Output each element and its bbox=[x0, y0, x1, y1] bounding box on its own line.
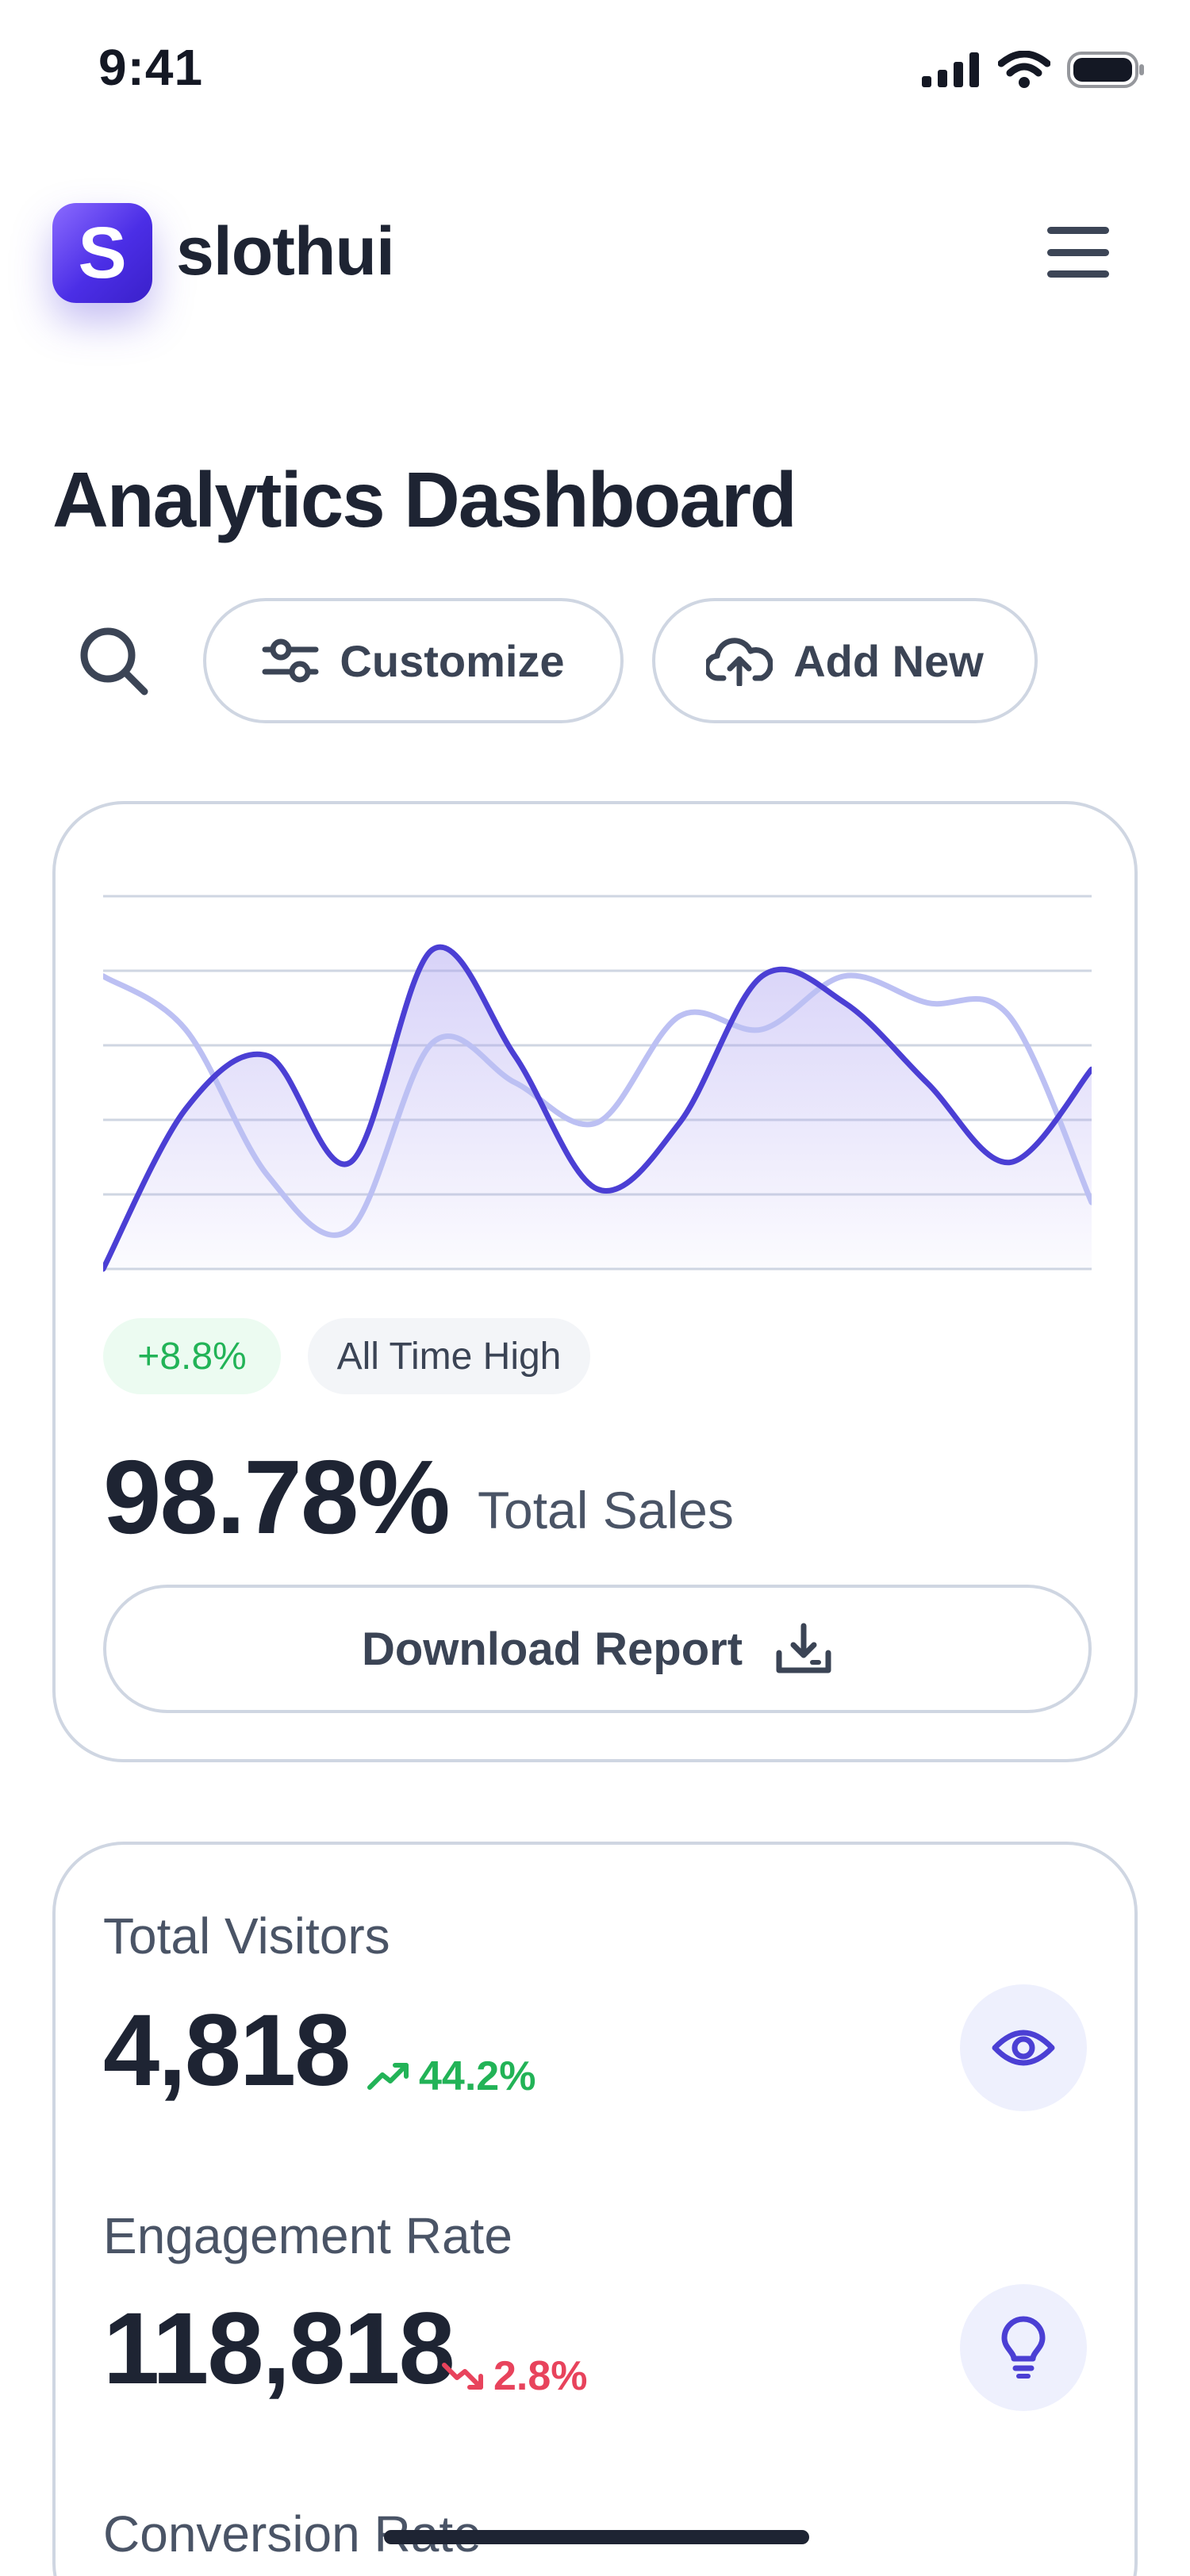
customize-label: Customize bbox=[340, 635, 565, 686]
add-new-button[interactable]: Add New bbox=[652, 598, 1038, 723]
engagement-icon-button[interactable] bbox=[960, 2284, 1087, 2411]
status-time: 9:41 bbox=[98, 39, 204, 96]
lightbulb-icon bbox=[1001, 2316, 1046, 2379]
stat-change-total-visitors: 44.2% bbox=[367, 2053, 536, 2100]
stat-change-value: 44.2% bbox=[419, 2053, 536, 2099]
download-report-button[interactable]: Download Report bbox=[103, 1585, 1092, 1713]
signal-icon bbox=[922, 52, 979, 87]
stat-label-engagement-rate: Engagement Rate bbox=[103, 2207, 512, 2264]
search-icon bbox=[80, 627, 148, 696]
analytics-screen: 9:41 S slothui Analytics Dashboard Custo… bbox=[0, 0, 1190, 2576]
page-title: Analytics Dashboard bbox=[52, 456, 797, 543]
change-badge: +8.8% bbox=[103, 1318, 281, 1394]
sales-card: +8.8% All Time High 98.78% Total Sales D… bbox=[52, 801, 1138, 1762]
customize-button[interactable]: Customize bbox=[203, 598, 624, 723]
download-icon bbox=[776, 1623, 831, 1673]
add-new-label: Add New bbox=[793, 635, 984, 686]
logo[interactable]: S bbox=[52, 203, 152, 303]
battery-icon bbox=[1067, 52, 1144, 88]
stat-label-total-visitors: Total Visitors bbox=[103, 1907, 390, 1965]
total-sales-value: 98.78% bbox=[103, 1439, 451, 1555]
total-sales-label: Total Sales bbox=[478, 1481, 734, 1539]
stat-value-engagement-rate: 118,818 bbox=[103, 2292, 455, 2405]
trend-up-icon bbox=[367, 2063, 409, 2090]
eye-icon bbox=[992, 2030, 1055, 2066]
status-badge: All Time High bbox=[308, 1318, 590, 1394]
logo-letter: S bbox=[78, 213, 127, 293]
cloud-upload-icon bbox=[706, 638, 774, 686]
download-report-label: Download Report bbox=[361, 1623, 743, 1675]
wifi-icon bbox=[998, 51, 1050, 88]
menu-icon bbox=[1047, 227, 1109, 234]
stat-change-engagement-rate: 2.8% bbox=[441, 2352, 588, 2400]
trend-down-icon bbox=[442, 2363, 483, 2390]
brand-name: slothui bbox=[176, 213, 395, 289]
series-area bbox=[103, 947, 1092, 1269]
menu-button[interactable] bbox=[1047, 227, 1109, 278]
stat-change-value: 2.8% bbox=[493, 2353, 588, 2399]
sales-chart bbox=[103, 895, 1092, 1272]
stats-card: Total Visitors 4,818 44.2% Engagement Ra… bbox=[52, 1842, 1138, 2576]
search-button[interactable] bbox=[76, 623, 152, 700]
stat-value-total-visitors: 4,818 bbox=[103, 1994, 351, 2107]
home-indicator bbox=[384, 2530, 809, 2544]
status-icons bbox=[922, 51, 1146, 89]
visitors-icon-button[interactable] bbox=[960, 1984, 1087, 2111]
sliders-icon bbox=[262, 638, 319, 683]
